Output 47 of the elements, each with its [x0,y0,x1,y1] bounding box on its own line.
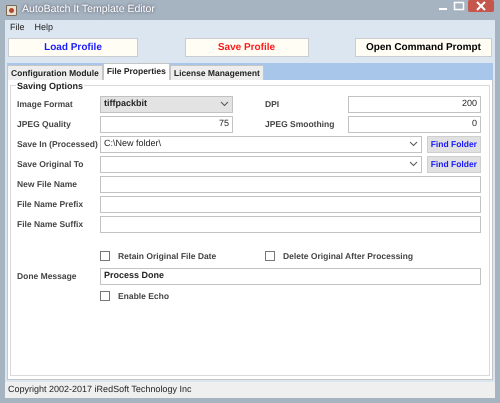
menu-item[interactable]: File [10,20,25,34]
field-label: File Name Prefix [17,198,84,210]
chevron-down-icon [408,141,418,147]
dropdown[interactable]: tiffpackbit [100,96,233,112]
field-label: Save In (Processed) [17,138,98,150]
text-field[interactable]: Process Done [100,268,481,284]
text-field[interactable] [100,216,481,232]
combo-box[interactable]: C:\New folder\ [100,136,422,152]
group-title: Saving Options [16,80,84,94]
toolbar-button[interactable]: Save Profile [184,38,308,57]
status-text: Copyright 2002-2017 iRedSoft Technology Inc [8,383,192,396]
toolbar-button[interactable]: Open Command Prompt [355,38,492,57]
toolbar-button[interactable]: Load Profile [8,38,138,57]
text-field[interactable] [100,176,481,192]
tab[interactable]: License Management [170,65,264,80]
checkbox[interactable] [100,291,110,301]
find-folder-button[interactable]: Find Folder [426,156,481,172]
checkbox-label[interactable]: Enable Echo [118,290,170,302]
checkbox-label[interactable]: Retain Original File Date [118,250,216,262]
close-icon[interactable] [468,0,494,12]
checkbox[interactable] [100,251,110,261]
number-field[interactable]: 75 [100,116,233,132]
dropdown-value: tiffpackbit [104,97,148,110]
checkbox[interactable] [265,251,275,261]
field-label: Image Format [17,98,73,110]
tab[interactable]: Configuration Module [7,65,103,80]
field-label: JPEG Quality [17,118,71,130]
chevron-down-icon [408,161,418,167]
field-label: JPEG Smoothing [265,118,334,130]
field-label: File Name Suffix [17,218,84,230]
window-title: AutoBatch It Template Editor [22,2,155,18]
chevron-down-icon [220,101,229,107]
tab[interactable]: File Properties [102,63,170,80]
find-folder-button[interactable]: Find Folder [426,136,481,152]
checkbox-label[interactable]: Delete Original After Processing [283,250,414,262]
app-icon [6,4,17,16]
field-label: DPI [265,98,280,110]
menu-item[interactable]: Help [34,20,54,34]
text-field[interactable] [100,196,481,212]
maximize-icon[interactable] [452,0,466,12]
number-field[interactable]: 0 [348,116,481,132]
field-label: Save Original To [17,158,84,170]
field-label: New File Name [17,178,77,190]
number-field[interactable]: 200 [348,96,481,112]
combo-box[interactable] [100,156,422,172]
field-label: Done Message [17,270,77,282]
combo-value: C:\New folder\ [104,137,162,150]
